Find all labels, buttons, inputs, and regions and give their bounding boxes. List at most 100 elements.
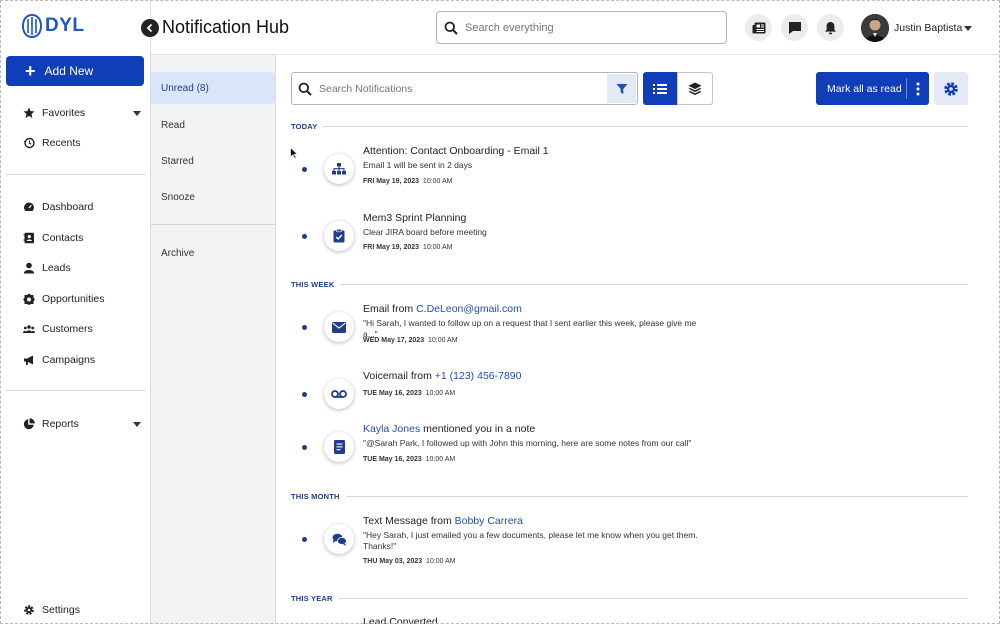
grouped-view-button[interactable] xyxy=(677,72,713,105)
chevron-down-icon[interactable] xyxy=(133,421,141,427)
section-this-week: THIS WEEK xyxy=(291,280,968,289)
notification-item[interactable]: Attention: Contact Onboarding - Email 1 … xyxy=(291,145,968,205)
filter-unread[interactable]: Unread (8) xyxy=(151,72,275,104)
kebab-icon xyxy=(916,82,920,95)
funnel-icon xyxy=(616,83,627,94)
notification-timestamp: FRI May 19, 2023 10:00 AM xyxy=(363,178,453,185)
notification-body: Clear JIRA board before meeting xyxy=(363,227,487,237)
notification-settings-button[interactable] xyxy=(934,72,968,105)
unread-dot xyxy=(302,445,307,450)
unread-dot xyxy=(302,167,307,172)
logo-text: DYL xyxy=(45,15,85,36)
avatar[interactable] xyxy=(861,14,889,42)
notification-icon xyxy=(324,379,354,409)
sender-email-link[interactable]: C.DeLeon@gmail.com xyxy=(416,303,522,315)
caller-phone-link[interactable]: +1 (123) 456-7890 xyxy=(435,370,522,382)
notification-icon xyxy=(324,524,354,554)
filter-read[interactable]: Read xyxy=(151,109,275,141)
customers-icon xyxy=(23,325,35,333)
sidebar-item-label: Settings xyxy=(42,604,80,616)
search-icon xyxy=(444,21,458,35)
add-new-button[interactable]: + Add New xyxy=(6,56,144,86)
newspaper-icon xyxy=(752,22,765,33)
notification-timestamp: WED May 17, 2023 10:00 AM xyxy=(363,337,458,344)
notification-search-input[interactable] xyxy=(319,82,599,95)
global-search-input[interactable] xyxy=(465,21,695,34)
sidebar-item-leads[interactable]: Leads xyxy=(23,262,141,274)
notification-timestamp: FRI May 19, 2023 10:00 AM xyxy=(363,244,453,251)
sidebar-item-reports[interactable]: Reports xyxy=(23,418,141,430)
sidebar-item-label: Customers xyxy=(42,323,93,335)
notification-title: Kayla Jones mentioned you in a note xyxy=(363,423,536,435)
user-name[interactable]: Justin Baptista xyxy=(894,22,962,34)
global-search[interactable] xyxy=(436,11,727,44)
notification-item[interactable]: Mem3 Sprint Planning Clear JIRA board be… xyxy=(291,212,968,272)
filter-button[interactable] xyxy=(607,74,636,103)
back-button[interactable] xyxy=(141,19,159,37)
gear-icon xyxy=(24,605,34,615)
sidebar-item-label: Reports xyxy=(42,418,79,430)
notification-timestamp: TUE May 16, 2023 10:00 AM xyxy=(363,390,456,397)
notification-item[interactable]: Email from C.DeLeon@gmail.com "Hi Sarah,… xyxy=(291,303,968,363)
dyl-logo[interactable]: DYL xyxy=(22,14,85,38)
sidebar-item-contacts[interactable]: Contacts xyxy=(23,232,141,244)
unread-dot xyxy=(302,537,307,542)
chevron-down-icon[interactable] xyxy=(133,110,141,116)
opportunities-icon xyxy=(23,293,35,305)
news-button[interactable] xyxy=(745,14,772,41)
more-options-button[interactable] xyxy=(907,82,929,96)
mention-author-link[interactable]: Kayla Jones xyxy=(363,423,420,435)
filter-archive[interactable]: Archive xyxy=(151,237,275,269)
notification-item[interactable]: Kayla Jones mentioned you in a note "@Sa… xyxy=(291,423,968,483)
list-view-button[interactable] xyxy=(643,72,677,105)
history-icon xyxy=(23,137,35,149)
sidebar-item-label: Opportunities xyxy=(42,293,105,305)
notification-body: "Hey Sarah, I just emailed you a few doc… xyxy=(363,530,698,551)
sender-name-link[interactable]: Bobby Carrera xyxy=(455,515,523,527)
chevron-left-icon xyxy=(146,23,153,33)
notifications-button[interactable] xyxy=(817,14,844,41)
notification-icon xyxy=(324,432,354,462)
sidebar-item-favorites[interactable]: Favorites xyxy=(23,107,141,119)
notification-item[interactable]: Voicemail from +1 (123) 456-7890 TUE May… xyxy=(291,370,968,430)
sidebar: DYL + Add New Favorites Recents Dashboar… xyxy=(0,0,151,624)
unread-dot xyxy=(302,392,307,397)
chevron-down-icon[interactable] xyxy=(964,26,972,31)
sidebar-item-settings[interactable]: Settings xyxy=(23,604,141,616)
megaphone-icon xyxy=(24,355,33,365)
unread-dot xyxy=(302,325,307,330)
filter-starred[interactable]: Starred xyxy=(151,145,275,177)
notification-search[interactable] xyxy=(291,72,638,105)
notification-timestamp: TUE May 16, 2023 10:00 AM xyxy=(363,456,456,463)
mark-all-read-button[interactable]: Mark all as read xyxy=(816,72,929,105)
sidebar-item-dashboard[interactable]: Dashboard xyxy=(23,201,141,213)
dyl-logo-mark-icon xyxy=(22,14,42,38)
star-icon xyxy=(23,107,35,118)
messages-button[interactable] xyxy=(781,14,808,41)
sidebar-item-campaigns[interactable]: Campaigns xyxy=(23,354,141,366)
gear-icon xyxy=(944,81,958,96)
notification-timestamp: THU May 03, 2023 10:00 AM xyxy=(363,558,456,565)
notification-title: Mem3 Sprint Planning xyxy=(363,212,467,224)
divider xyxy=(151,224,275,225)
sidebar-item-customers[interactable]: Customers xyxy=(23,323,141,335)
notification-title: Lead Converted xyxy=(363,616,438,624)
contacts-icon xyxy=(23,232,34,244)
filter-snooze[interactable]: Snooze xyxy=(151,181,275,213)
sidebar-item-recents[interactable]: Recents xyxy=(23,137,141,149)
notification-item[interactable]: Text Message from Bobby Carrera "Hey Sar… xyxy=(291,515,968,581)
mark-all-read-label: Mark all as read xyxy=(827,82,902,95)
voicemail-icon xyxy=(331,390,347,398)
section-label: THIS WEEK xyxy=(291,280,335,289)
user-photo xyxy=(861,14,889,42)
section-label: TODAY xyxy=(291,122,318,131)
section-label: THIS MONTH xyxy=(291,492,340,501)
pie-chart-icon xyxy=(23,418,35,430)
sidebar-item-label: Contacts xyxy=(42,232,84,244)
notification-title: Text Message from Bobby Carrera xyxy=(363,515,523,527)
sidebar-item-opportunities[interactable]: Opportunities xyxy=(23,293,141,305)
dashboard-icon xyxy=(24,202,34,211)
notification-body: "@Sarah Park, I followed up with John th… xyxy=(363,438,692,448)
notification-item[interactable]: Lead Converted xyxy=(291,616,968,624)
sidebar-item-label: Favorites xyxy=(42,107,86,119)
